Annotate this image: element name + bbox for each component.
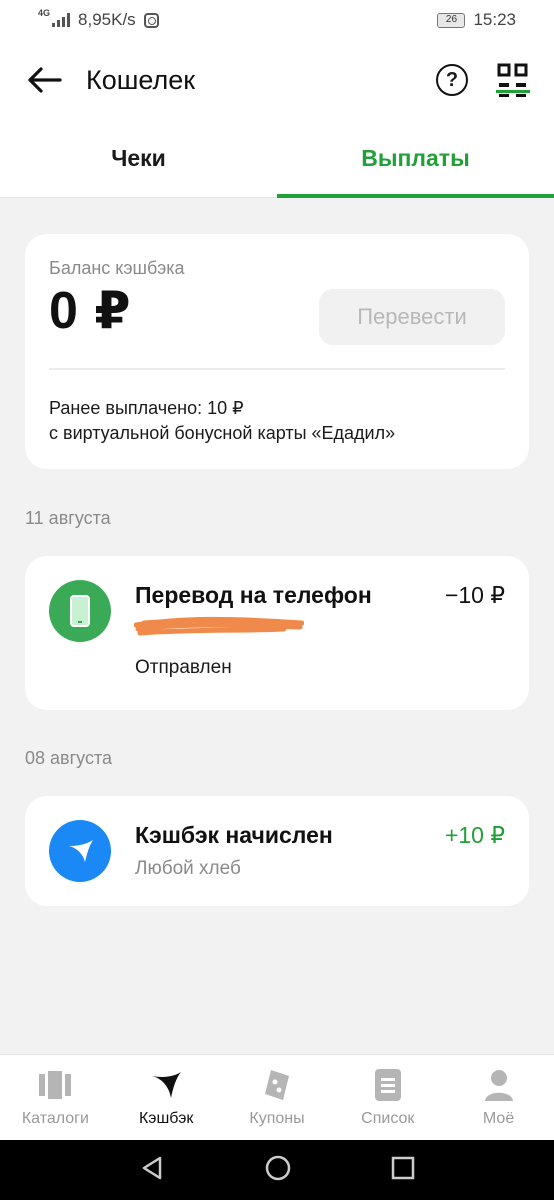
status-right: 26 15:23 [437,10,516,30]
nav-label: Моё [482,1109,515,1127]
system-nav-bar [0,1140,554,1200]
nav-label: Купоны [249,1109,305,1127]
nav-cashback[interactable]: Кэшбэк [111,1055,222,1140]
status-left: 4G 8,95K/s [38,8,159,30]
signal-icon [52,13,71,27]
tab-bar: Чеки Выплаты [0,120,554,198]
list-icon [371,1068,405,1102]
nav-label: Список [361,1109,415,1127]
transaction-title: Перевод на телефон [135,582,372,608]
network-type: 4G [38,8,51,18]
boomerang-icon [49,820,111,882]
nav-profile[interactable]: Моё [443,1055,554,1140]
battery-icon: 26 [437,12,466,28]
recents-square-icon[interactable] [391,1156,415,1185]
transaction-title: Кэшбэк начислен [135,822,333,848]
tab-payouts[interactable]: Выплаты [277,120,554,198]
paid-amount-text: Ранее выплачено: 10 ₽ [49,398,244,418]
balance-label: Баланс кэшбэка [49,258,185,278]
transaction-amount: −10 ₽ [444,582,505,608]
network-speed: 8,95K/s [78,10,136,29]
transaction-status: Отправлен [135,657,232,678]
question-circle-icon[interactable]: ? [436,64,468,96]
transfer-button[interactable]: Перевести [319,289,505,345]
status-bar: 4G 8,95K/s 26 15:23 [0,0,554,40]
transaction-card[interactable]: Кэшбэк начислен +10 ₽ Любой хлеб [25,796,529,906]
divider [49,368,505,370]
nav-label: Каталоги [21,1109,89,1127]
nav-list[interactable]: Список [332,1055,443,1140]
back-arrow-icon[interactable] [24,60,64,100]
nav-coupons[interactable]: Купоны [222,1055,333,1140]
date-label: 08 августа [25,748,113,768]
back-triangle-icon[interactable] [139,1155,165,1186]
transaction-amount: +10 ₽ [444,822,505,848]
profile-icon [482,1068,516,1102]
page-title: Кошелек [86,64,196,95]
instagram-icon [143,12,159,28]
date-label: 11 августа [25,508,111,528]
phone-icon [49,580,111,642]
nav-catalogs[interactable]: Каталоги [0,1055,111,1140]
nav-label: Кэшбэк [138,1109,194,1127]
balance-card: Баланс кэшбэка 0 ₽ Перевести Ранее выпла… [25,234,529,469]
paid-source-text: с виртуальной бонусной карты «Едадил» [49,423,396,443]
catalogs-icon [38,1068,72,1102]
coupons-icon [260,1068,294,1102]
clock: 15:23 [473,10,516,29]
paid-info: Ранее выплачено: 10 ₽ с виртуальной бону… [49,396,395,446]
bottom-nav: Каталоги Кэшбэк Купоны Список Моё [0,1054,554,1140]
app-bar: Кошелек ? [0,40,554,120]
transaction-subtitle: Любой хлеб [135,858,241,879]
qr-code-icon[interactable] [496,63,530,97]
redaction-scribble [134,616,304,636]
home-circle-icon[interactable] [264,1154,292,1187]
boomerang-icon [149,1068,183,1102]
tab-receipts[interactable]: Чеки [0,120,277,197]
